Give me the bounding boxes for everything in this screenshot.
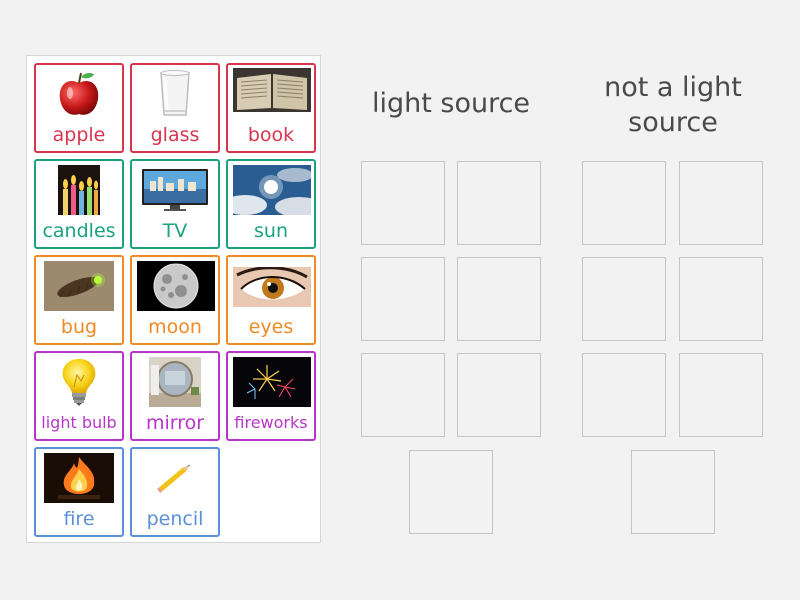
- book-icon: [233, 68, 311, 112]
- card-bug[interactable]: bug: [34, 255, 124, 345]
- eye-icon: [233, 265, 311, 309]
- card-label: glass: [150, 124, 200, 146]
- card-glass[interactable]: glass: [130, 63, 220, 153]
- card-candles[interactable]: candles: [34, 159, 124, 249]
- card-apple[interactable]: apple: [34, 63, 124, 153]
- card-label: TV: [162, 220, 188, 242]
- card-label: candles: [42, 220, 116, 242]
- card-light-bulb[interactable]: light bulb: [34, 351, 124, 441]
- pencil-icon: [140, 453, 210, 503]
- tv-icon: [140, 165, 210, 215]
- heading-light-source: light source: [371, 88, 531, 119]
- candles-icon: [44, 165, 114, 215]
- drop-slot-light-source[interactable]: [361, 161, 445, 245]
- fire-icon: [44, 453, 114, 503]
- fireworks-icon: [233, 357, 311, 407]
- card-label: light bulb: [41, 413, 117, 432]
- card-eyes[interactable]: eyes: [226, 255, 316, 345]
- drop-slot-not-light-source[interactable]: [582, 353, 666, 437]
- drop-slot-light-source[interactable]: [361, 353, 445, 437]
- card-label: pencil: [146, 508, 204, 530]
- heading-not-a-light-source: not a light source: [604, 72, 742, 138]
- card-label: moon: [148, 316, 202, 338]
- mirror-icon: [140, 357, 210, 407]
- drop-slot-not-light-source[interactable]: [679, 353, 763, 437]
- drop-slot-not-light-source[interactable]: [582, 161, 666, 245]
- drop-slot-not-light-source[interactable]: [679, 161, 763, 245]
- card-label: sun: [254, 220, 288, 242]
- drop-slot-not-light-source[interactable]: [679, 257, 763, 341]
- drop-slot-not-light-source[interactable]: [631, 450, 715, 534]
- card-label: apple: [52, 124, 106, 146]
- card-label: eyes: [248, 316, 294, 338]
- card-fireworks[interactable]: fireworks: [226, 351, 316, 441]
- moon-icon: [137, 261, 215, 311]
- card-tray: apple glass book candles TV sun bug moon…: [26, 55, 321, 543]
- drop-slot-light-source[interactable]: [457, 161, 541, 245]
- drop-slot-not-light-source[interactable]: [582, 257, 666, 341]
- card-label: book: [247, 124, 295, 146]
- drop-slot-light-source[interactable]: [361, 257, 445, 341]
- glass-icon: [140, 69, 210, 119]
- card-sun[interactable]: sun: [226, 159, 316, 249]
- card-label: mirror: [145, 412, 205, 434]
- card-label: fire: [63, 508, 95, 530]
- light-bulb-icon: [44, 357, 114, 407]
- drop-slot-light-source[interactable]: [457, 257, 541, 341]
- card-label: bug: [60, 316, 98, 338]
- bug-icon: [44, 261, 114, 311]
- card-pencil[interactable]: pencil: [130, 447, 220, 537]
- card-tv[interactable]: TV: [130, 159, 220, 249]
- apple-icon: [44, 69, 114, 119]
- drop-slot-light-source[interactable]: [457, 353, 541, 437]
- card-mirror[interactable]: mirror: [130, 351, 220, 441]
- card-moon[interactable]: moon: [130, 255, 220, 345]
- sun-icon: [233, 165, 311, 215]
- drop-slot-light-source[interactable]: [409, 450, 493, 534]
- card-label: fireworks: [234, 413, 308, 432]
- card-book[interactable]: book: [226, 63, 316, 153]
- card-fire[interactable]: fire: [34, 447, 124, 537]
